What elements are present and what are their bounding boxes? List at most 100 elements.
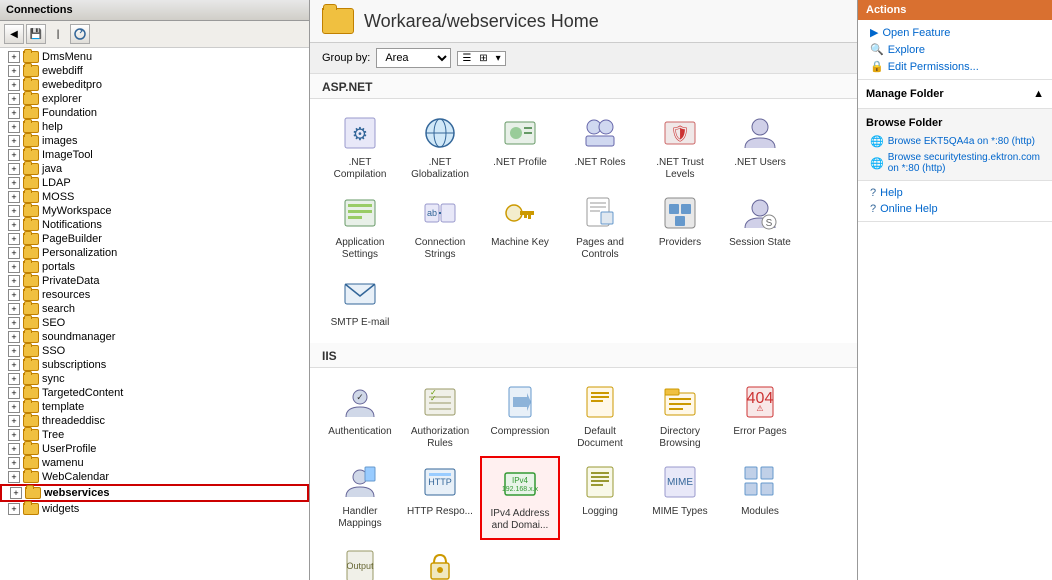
expand-icon[interactable]: + <box>8 429 20 441</box>
expand-icon[interactable]: + <box>8 163 20 175</box>
tree-item-myworkspace[interactable]: +MyWorkspace <box>0 204 309 218</box>
icon-item-modules[interactable]: Modules <box>720 456 800 540</box>
icon-item-machine-key[interactable]: Machine Key <box>480 187 560 267</box>
expand-icon[interactable]: + <box>8 261 20 273</box>
icon-item-mime-types[interactable]: MIMEMIME Types <box>640 456 720 540</box>
tree-item-webcalendar[interactable]: +WebCalendar <box>0 470 309 484</box>
expand-icon[interactable]: + <box>8 415 20 427</box>
expand-icon[interactable]: + <box>8 233 20 245</box>
expand-icon[interactable]: + <box>8 219 20 231</box>
tree-item-foundation[interactable]: +Foundation <box>0 106 309 120</box>
expand-icon[interactable]: + <box>8 191 20 203</box>
tree-item-template[interactable]: +template <box>0 400 309 414</box>
collapse-icon[interactable]: ▲ <box>1033 88 1044 100</box>
tree-item-imagetool[interactable]: +ImageTool <box>0 148 309 162</box>
toolbar-save-button[interactable]: 💾 <box>26 24 46 44</box>
icon-item-compression[interactable]: Compression <box>480 376 560 456</box>
tree-item-portals[interactable]: +portals <box>0 260 309 274</box>
icon-item-net-compilation[interactable]: ⚙.NET Compilation <box>320 107 400 187</box>
online-help-link[interactable]: ? Online Help <box>858 201 1052 217</box>
expand-icon[interactable]: + <box>8 107 20 119</box>
icon-item-auth-rules[interactable]: ✓✓Authorization Rules <box>400 376 480 456</box>
expand-icon[interactable]: + <box>8 289 20 301</box>
expand-icon[interactable]: + <box>8 387 20 399</box>
expand-icon[interactable]: + <box>10 487 22 499</box>
tree-item-search[interactable]: +search <box>0 302 309 316</box>
tree-item-moss[interactable]: +MOSS <box>0 190 309 204</box>
icon-item-logging[interactable]: Logging <box>560 456 640 540</box>
expand-icon[interactable]: + <box>8 303 20 315</box>
toolbar-back-button[interactable]: ◀ <box>4 24 24 44</box>
icon-item-http-response[interactable]: HTTPHTTP Respo... <box>400 456 480 540</box>
tree-item-subscriptions[interactable]: +subscriptions <box>0 358 309 372</box>
tree-item-wamenu[interactable]: +wamenu <box>0 456 309 470</box>
tree-item-ldap[interactable]: +LDAP <box>0 176 309 190</box>
open-feature-link[interactable]: ▶ Open Feature <box>858 24 1052 41</box>
expand-icon[interactable]: + <box>8 79 20 91</box>
expand-icon[interactable]: + <box>8 205 20 217</box>
icon-item-ipv4-domain[interactable]: IPv4192.168.x.xIPv4 Address and Domai... <box>480 456 560 540</box>
icon-item-net-globalization[interactable]: .NET Globalization <box>400 107 480 187</box>
tree-item-seo[interactable]: +SEO <box>0 316 309 330</box>
list-view-button[interactable]: ☰ <box>458 52 475 65</box>
icon-item-ssl-settings[interactable]: SSL Settings <box>400 540 480 580</box>
tree-item-sso[interactable]: +SSO <box>0 344 309 358</box>
expand-icon[interactable]: + <box>8 345 20 357</box>
expand-icon[interactable]: + <box>8 331 20 343</box>
icon-item-net-users[interactable]: .NET Users <box>720 107 800 187</box>
tree-item-privatedata[interactable]: +PrivateData <box>0 274 309 288</box>
tree-item-widgets[interactable]: +widgets <box>0 502 309 516</box>
tree-item-java[interactable]: +java <box>0 162 309 176</box>
expand-icon[interactable]: + <box>8 93 20 105</box>
expand-icon[interactable]: + <box>8 443 20 455</box>
toolbar-refresh-button[interactable] <box>70 24 90 44</box>
tree-item-personalization[interactable]: +Personalization <box>0 246 309 260</box>
tree-item-help[interactable]: +help <box>0 120 309 134</box>
expand-icon[interactable]: + <box>8 177 20 189</box>
expand-icon[interactable]: + <box>8 317 20 329</box>
icon-item-net-profile[interactable]: .NET Profile <box>480 107 560 187</box>
expand-icon[interactable]: + <box>8 275 20 287</box>
icon-item-smtp-email[interactable]: SMTP E-mail <box>320 267 400 335</box>
expand-icon[interactable]: + <box>8 135 20 147</box>
expand-icon[interactable]: + <box>8 457 20 469</box>
icon-item-session-state[interactable]: SSession State <box>720 187 800 267</box>
icon-item-providers[interactable]: Providers <box>640 187 720 267</box>
tree-item-notifications[interactable]: +Notifications <box>0 218 309 232</box>
tree-item-ewebeditpro[interactable]: +ewebeditpro <box>0 78 309 92</box>
icon-item-dir-browsing[interactable]: Directory Browsing <box>640 376 720 456</box>
expand-icon[interactable]: + <box>8 373 20 385</box>
browse-link-1[interactable]: 🌐 Browse EKT5QA4a on *:80 (http) <box>858 133 1052 150</box>
icon-item-default-doc[interactable]: Default Document <box>560 376 640 456</box>
icon-item-app-settings[interactable]: Application Settings <box>320 187 400 267</box>
icon-item-conn-strings[interactable]: abConnection Strings <box>400 187 480 267</box>
tree-item-threadeddisc[interactable]: +threadeddisc <box>0 414 309 428</box>
tree-item-sync[interactable]: +sync <box>0 372 309 386</box>
icon-item-output-caching[interactable]: OutputOutput Caching <box>320 540 400 580</box>
icon-item-net-trust[interactable]: 🛡.NET Trust Levels <box>640 107 720 187</box>
icon-item-authentication[interactable]: ✓Authentication <box>320 376 400 456</box>
tree-item-explorer[interactable]: +explorer <box>0 92 309 106</box>
expand-icon[interactable]: + <box>8 65 20 77</box>
expand-icon[interactable]: + <box>8 359 20 371</box>
connections-tree[interactable]: +DmsMenu+ewebdiff+ewebeditpro+explorer+F… <box>0 48 309 580</box>
tree-item-targetedcontent[interactable]: +TargetedContent <box>0 386 309 400</box>
tree-item-soundmanager[interactable]: +soundmanager <box>0 330 309 344</box>
tree-item-dmsmenu[interactable]: +DmsMenu <box>0 50 309 64</box>
icon-view-button[interactable]: ⊞ <box>475 52 491 65</box>
expand-icon[interactable]: + <box>8 121 20 133</box>
edit-permissions-link[interactable]: 🔒 Edit Permissions... <box>858 58 1052 75</box>
explore-link[interactable]: 🔍 Explore <box>858 41 1052 58</box>
dropdown-view-button[interactable]: ▾ <box>492 52 505 65</box>
group-by-select[interactable]: Area Category <box>376 48 451 68</box>
tree-item-userprofile[interactable]: +UserProfile <box>0 442 309 456</box>
icon-item-handler-mappings[interactable]: Handler Mappings <box>320 456 400 540</box>
icon-item-net-roles[interactable]: .NET Roles <box>560 107 640 187</box>
tree-item-images[interactable]: +images <box>0 134 309 148</box>
expand-icon[interactable]: + <box>8 401 20 413</box>
tree-item-resources[interactable]: +resources <box>0 288 309 302</box>
expand-icon[interactable]: + <box>8 503 20 515</box>
icon-item-error-pages[interactable]: 404⚠Error Pages <box>720 376 800 456</box>
expand-icon[interactable]: + <box>8 471 20 483</box>
tree-item-pagebuilder[interactable]: +PageBuilder <box>0 232 309 246</box>
